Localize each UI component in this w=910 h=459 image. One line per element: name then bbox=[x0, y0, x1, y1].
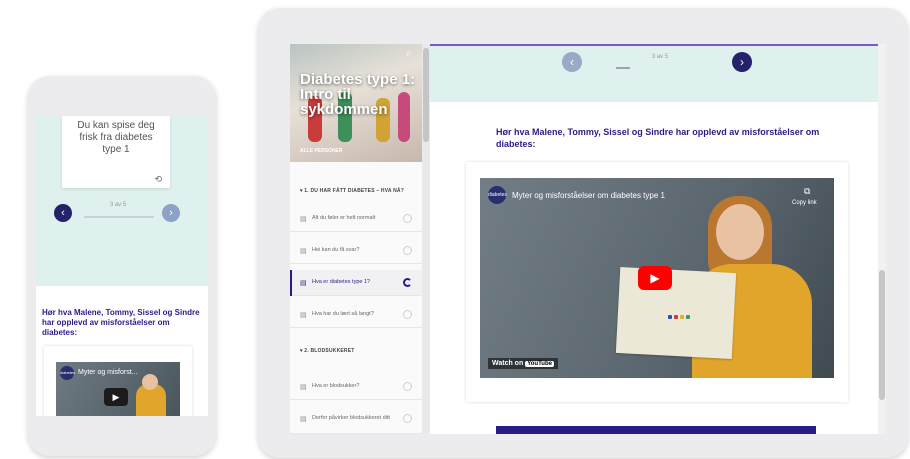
lesson-item[interactable]: ▤ Hei kan du få svar? bbox=[290, 238, 422, 264]
phone-screen: Du kan spise deg frisk fra diabetes type… bbox=[36, 116, 208, 416]
tablet-screen: Diabetes type 1: Intro til sykdommen ⌕ A… bbox=[290, 44, 886, 434]
prev-button[interactable]: ‹ bbox=[54, 204, 72, 222]
lesson-item[interactable]: ▤ Derfor påvirker blodsukkeret ditt bbox=[290, 406, 422, 434]
play-button[interactable]: ▶ bbox=[638, 266, 672, 290]
lesson-icon: ▤ bbox=[300, 312, 307, 319]
chevron-right-icon: › bbox=[740, 55, 744, 69]
next-button[interactable]: › bbox=[732, 52, 752, 72]
youtube-logo: YouTube bbox=[525, 361, 554, 367]
pager-text: 3 av 5 bbox=[109, 202, 127, 208]
watch-on-youtube[interactable]: Watch on YouTube bbox=[488, 358, 558, 369]
video-sign bbox=[615, 267, 737, 359]
active-indicator bbox=[290, 270, 292, 296]
flip-icon[interactable]: ⟲ bbox=[154, 173, 162, 185]
phone-device: Du kan spise deg frisk fra diabetes type… bbox=[28, 76, 216, 456]
course-title: Diabetes type 1: Intro til sykdommen bbox=[300, 71, 416, 118]
lesson-icon: ▤ bbox=[300, 248, 307, 255]
lesson-label: Derfor påvirker blodsukkeret ditt bbox=[312, 415, 390, 421]
copy-link-label[interactable]: Copy link bbox=[792, 200, 817, 206]
course-hero-image: Diabetes type 1: Intro til sykdommen ⌕ A… bbox=[290, 44, 422, 162]
lesson-icon: ▤ bbox=[300, 216, 307, 223]
video-title[interactable]: Myter og misforst... bbox=[78, 369, 138, 376]
content-scrollbar-thumb[interactable] bbox=[879, 270, 885, 400]
lesson-item-active[interactable]: ▤ Hva er diabetes type 1? bbox=[290, 270, 422, 296]
hero-label: ALLE PERSONER bbox=[300, 148, 343, 154]
pager-progress bbox=[616, 67, 630, 69]
chevron-left-icon: ‹ bbox=[61, 207, 65, 219]
lesson-label: Hva er diabetes type 1? bbox=[312, 279, 371, 285]
lesson-icon: ▤ bbox=[300, 280, 307, 287]
status-circle-icon bbox=[403, 382, 412, 391]
lesson-label: Hva er blodsukker? bbox=[312, 383, 360, 389]
video-embed[interactable]: diabetes Myter og misforst... ▶ Watch on… bbox=[56, 362, 180, 416]
chevron-left-icon: ‹ bbox=[570, 55, 574, 69]
lesson-label: Hei kan du få svar? bbox=[312, 247, 360, 253]
section-header[interactable]: ▾ 2. BLODSUKKERET bbox=[300, 348, 355, 354]
content-heading: Hør hva Malene, Tommy, Sissel og Sindre … bbox=[496, 127, 820, 149]
lesson-label: Alt du føler er helt normalt bbox=[312, 215, 376, 221]
video-embed[interactable]: ▶ diabetes Myter og misforståelser om di… bbox=[480, 178, 834, 378]
tablet-device: Diabetes type 1: Intro til sykdommen ⌕ A… bbox=[258, 8, 908, 458]
content-heading: Hør hva Malene, Tommy, Sissel og Sindre … bbox=[42, 308, 200, 337]
status-circle-icon bbox=[403, 414, 412, 423]
play-icon: ▶ bbox=[112, 392, 120, 402]
lesson-content: ‹ 3 av 5 › Hør hva Malene, Tommy, Sissel… bbox=[430, 44, 886, 434]
play-button[interactable]: ▶ bbox=[104, 388, 128, 406]
carousel-area: ‹ 3 av 5 › bbox=[430, 46, 886, 102]
pager-progress bbox=[84, 216, 154, 218]
video-person-head bbox=[142, 374, 158, 390]
sign-logo bbox=[668, 306, 692, 319]
next-button[interactable]: › bbox=[162, 204, 180, 222]
lesson-item[interactable]: ▤ Hva er blodsukker? bbox=[290, 374, 422, 400]
lesson-icon: ▤ bbox=[300, 384, 307, 391]
lesson-label: Hva har du lært så langt? bbox=[312, 311, 374, 317]
video-title[interactable]: Myter og misforståelser om diabetes type… bbox=[512, 191, 665, 200]
channel-logo[interactable]: diabetes bbox=[60, 366, 75, 380]
flashcard[interactable]: Du kan spise deg frisk fra diabetes type… bbox=[62, 116, 170, 188]
section-header[interactable]: ▾ 1. DU HAR FÅTT DIABETES – HVA NÅ? bbox=[300, 188, 404, 194]
pager-text: 3 av 5 bbox=[651, 54, 669, 60]
prev-button[interactable]: ‹ bbox=[562, 52, 582, 72]
play-icon: ▶ bbox=[650, 271, 660, 285]
lesson-item[interactable]: ▤ Alt du føler er helt normalt bbox=[290, 206, 422, 232]
copy-icon[interactable]: ⧉ bbox=[804, 186, 810, 197]
chevron-right-icon: › bbox=[169, 207, 173, 219]
lesson-item[interactable]: ▤ Hva har du lært så langt? bbox=[290, 302, 422, 328]
video-person-head bbox=[716, 204, 764, 260]
status-circle-icon bbox=[403, 214, 412, 223]
channel-logo[interactable]: diabetes bbox=[488, 186, 507, 204]
sidebar-scrollbar-thumb[interactable] bbox=[423, 48, 429, 142]
phone-carousel-area: Du kan spise deg frisk fra diabetes type… bbox=[36, 116, 208, 286]
status-circle-icon bbox=[403, 310, 412, 319]
lesson-icon: ▤ bbox=[300, 416, 307, 423]
watch-on-label: Watch on bbox=[492, 360, 524, 367]
course-sidebar: Diabetes type 1: Intro til sykdommen ⌕ A… bbox=[290, 44, 422, 434]
bottom-bar bbox=[496, 426, 816, 434]
flashcard-text: Du kan spise deg frisk fra diabetes type… bbox=[77, 120, 155, 155]
search-icon[interactable]: ⌕ bbox=[406, 48, 412, 59]
status-circle-icon bbox=[403, 246, 412, 255]
progress-spinner-icon bbox=[403, 278, 412, 287]
